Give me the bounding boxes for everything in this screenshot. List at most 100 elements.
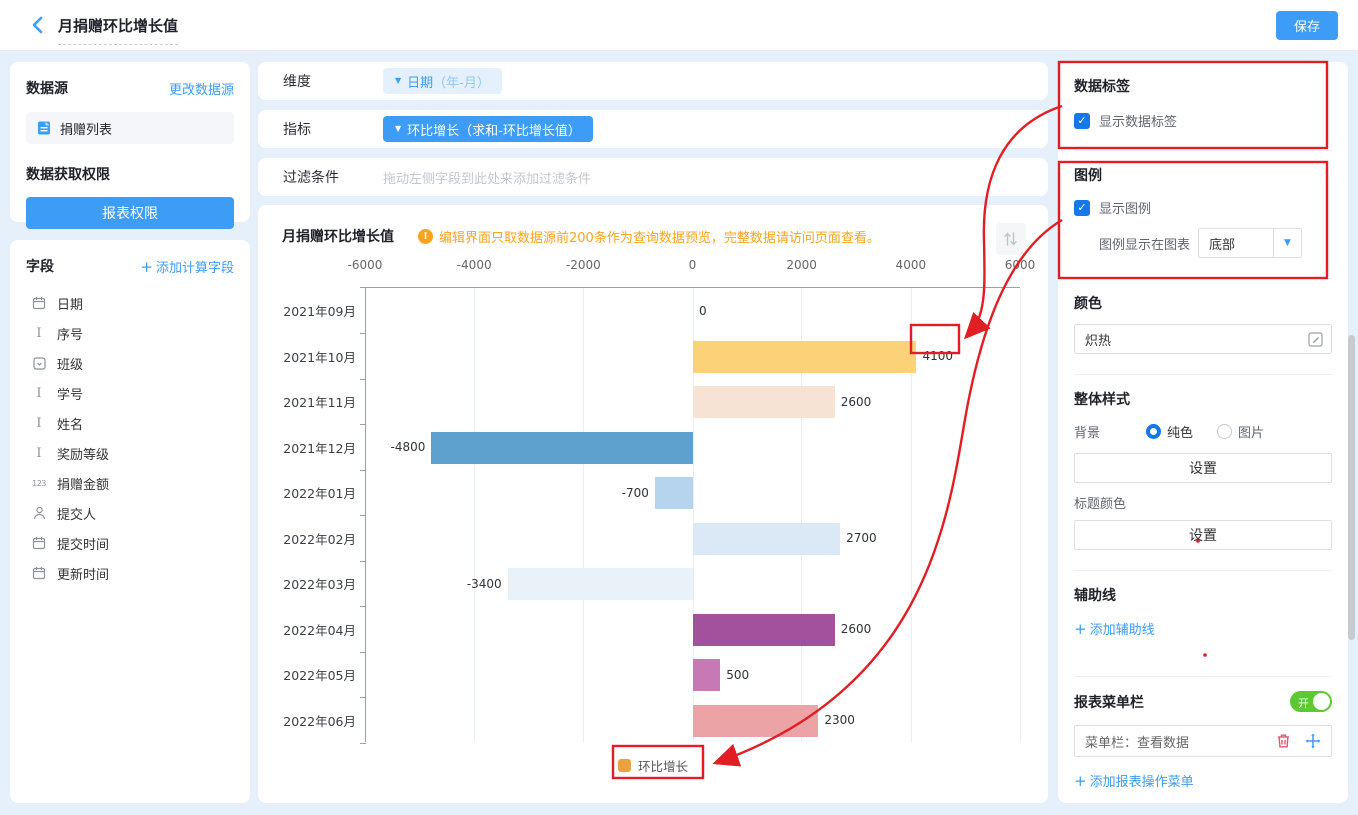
filter-row[interactable]: 过滤条件 拖动左侧字段到此处来添加过滤条件 — [258, 158, 1048, 196]
menu-item-row[interactable]: 菜单栏：查看数据 — [1074, 725, 1332, 757]
radio-solid-color[interactable]: 纯色 — [1146, 422, 1193, 441]
dimension-row: 维度 ▼ 日期（年-月） — [258, 62, 1048, 100]
field-item[interactable]: 日期 — [26, 288, 234, 318]
y-category-label: 2022年05月 — [259, 652, 356, 698]
settings-panel: 数据标签 ✓ 显示数据标签 图例 ✓ 显示图例 图例显示在图表 底部 ▼ 颜色 … — [1058, 62, 1348, 803]
y-category-label: 2022年01月 — [259, 470, 356, 516]
data-label: 2700 — [846, 516, 877, 562]
show-data-label-checkbox[interactable]: ✓ — [1074, 113, 1090, 129]
menu-toggle-on[interactable]: 开 — [1290, 691, 1332, 712]
number-icon: 123 — [30, 479, 48, 488]
sort-icon[interactable] — [996, 223, 1026, 255]
bar-row: 2022年05月500 — [366, 652, 1020, 698]
x-axis-ticks: -6000-4000-20000200040006000 — [365, 258, 1020, 273]
chart-bar[interactable] — [431, 432, 693, 464]
edit-icon[interactable] — [1308, 332, 1323, 347]
background-settings-button[interactable]: 设置 — [1074, 453, 1332, 483]
color-theme-input[interactable]: 炽热 — [1074, 324, 1332, 354]
data-label: 4100 — [922, 334, 953, 380]
datasource-name: 捐赠列表 — [60, 119, 112, 138]
data-label-section-title: 数据标签 — [1074, 76, 1332, 96]
x-tick-label: 4000 — [896, 258, 927, 272]
select-icon — [30, 357, 48, 370]
field-item[interactable]: 提交人 — [26, 498, 234, 528]
chevron-down-icon: ▼ — [1273, 229, 1301, 257]
add-report-menu-link[interactable]: +添加报表操作菜单 — [1074, 771, 1194, 790]
change-datasource-link[interactable]: 更改数据源 — [169, 79, 234, 98]
y-category-label: 2021年11月 — [259, 379, 356, 425]
y-category-label: 2022年02月 — [259, 516, 356, 562]
calendar-icon — [30, 536, 48, 550]
legend-position-select[interactable]: 底部 ▼ — [1198, 228, 1302, 258]
data-label: -4800 — [391, 425, 426, 471]
text-icon: I — [30, 386, 48, 401]
text-icon: I — [30, 326, 48, 341]
field-item[interactable]: 123 捐赠金额 — [26, 468, 234, 498]
metric-pill[interactable]: ▼ 环比增长（求和-环比增长值） — [383, 116, 593, 142]
warning-banner: ! 编辑界面只取数据源前200条作为查询数据预览，完整数据请访问页面查看。 — [418, 227, 880, 246]
chart-bar[interactable] — [693, 386, 835, 418]
chart-bar[interactable] — [693, 614, 835, 646]
add-guideline-link[interactable]: +添加辅助线 — [1074, 619, 1155, 638]
data-label: 500 — [726, 652, 749, 698]
field-item[interactable]: 提交时间 — [26, 528, 234, 558]
y-category-label: 2022年04月 — [259, 607, 356, 653]
chart-bar[interactable] — [693, 659, 720, 691]
chevron-down-icon: ▼ — [395, 125, 401, 133]
guideline-section-title: 辅助线 — [1074, 585, 1332, 605]
divider — [1074, 570, 1332, 571]
chart-bar[interactable] — [508, 568, 693, 600]
chart-bar[interactable] — [693, 705, 818, 737]
field-item[interactable]: 班级 — [26, 348, 234, 378]
bar-row: 2021年11月2600 — [366, 379, 1020, 425]
menu-section-title: 报表菜单栏 — [1074, 692, 1144, 712]
background-label: 背景 — [1074, 422, 1100, 441]
field-item[interactable]: 更新时间 — [26, 558, 234, 588]
x-tick-label: -6000 — [348, 258, 383, 272]
move-icon[interactable] — [1305, 733, 1321, 749]
add-calc-field-link[interactable]: +添加计算字段 — [140, 257, 234, 276]
person-icon — [30, 506, 48, 520]
plus-icon: + — [140, 258, 153, 276]
save-button[interactable]: 保存 — [1276, 11, 1338, 40]
field-item[interactable]: I 学号 — [26, 378, 234, 408]
datasource-item[interactable]: 捐赠列表 — [26, 112, 234, 144]
permission-title: 数据获取权限 — [26, 164, 234, 184]
document-icon — [36, 120, 52, 136]
page-title: 月捐赠环比增长值 — [58, 15, 178, 45]
bar-row: 2022年02月2700 — [366, 516, 1020, 562]
chart-bar[interactable] — [655, 477, 693, 509]
bar-row: 2022年03月-3400 — [366, 561, 1020, 607]
toggle-knob — [1313, 693, 1330, 710]
report-permission-button[interactable]: 报表权限 — [26, 197, 234, 229]
chart-legend[interactable]: 环比增长 — [258, 756, 1048, 775]
back-icon[interactable] — [26, 13, 50, 37]
style-section-title: 整体样式 — [1074, 389, 1332, 409]
plus-icon: + — [1074, 772, 1087, 790]
filter-label: 过滤条件 — [283, 167, 383, 187]
title-color-label: 标题颜色 — [1074, 493, 1332, 512]
field-item[interactable]: I 序号 — [26, 318, 234, 348]
filter-dropzone-placeholder: 拖动左侧字段到此处来添加过滤条件 — [383, 168, 591, 187]
legend-section-title: 图例 — [1074, 165, 1332, 185]
show-legend-checkbox[interactable]: ✓ — [1074, 200, 1090, 216]
x-tick-label: 6000 — [1005, 258, 1036, 272]
bar-row: 2022年06月2300 — [366, 698, 1020, 744]
scrollbar-thumb[interactable] — [1348, 335, 1355, 640]
dimension-pill[interactable]: ▼ 日期（年-月） — [383, 68, 502, 94]
data-label: 0 — [699, 288, 707, 334]
x-tick-label: -2000 — [566, 258, 601, 272]
y-category-label: 2022年06月 — [259, 698, 356, 744]
chart-bar[interactable] — [693, 523, 840, 555]
data-label: -3400 — [467, 561, 502, 607]
field-list: 日期 I 序号 班级 I 学号 I 姓名 I 奖励等级 123 捐赠金额 提交人… — [26, 288, 234, 588]
field-item[interactable]: I 奖励等级 — [26, 438, 234, 468]
radio-image[interactable]: 图片 — [1217, 422, 1264, 441]
x-tick-label: -4000 — [457, 258, 492, 272]
trash-icon[interactable] — [1276, 733, 1291, 749]
show-legend-text: 显示图例 — [1099, 198, 1151, 217]
field-item[interactable]: I 姓名 — [26, 408, 234, 438]
chart-bar[interactable] — [693, 341, 916, 373]
title-color-settings-button[interactable]: 设置 — [1074, 520, 1332, 550]
chevron-down-icon: ▼ — [395, 77, 401, 85]
